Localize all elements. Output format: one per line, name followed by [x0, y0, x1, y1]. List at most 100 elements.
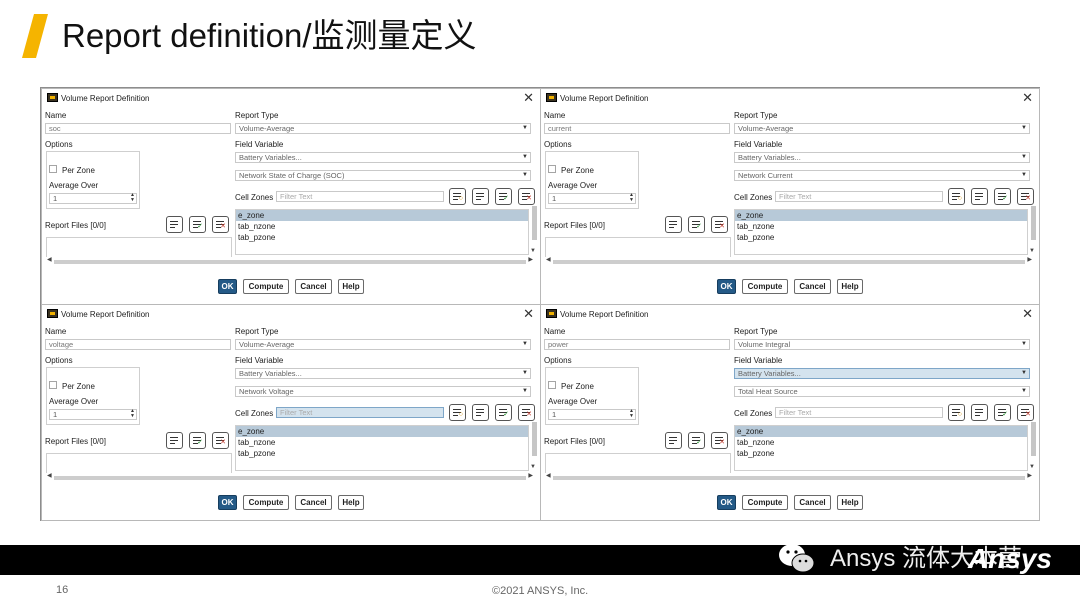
report-type-select[interactable]: Volume Integral ▼ [734, 339, 1030, 350]
scrollbar-thumb[interactable] [532, 422, 537, 456]
field-variable-select[interactable]: Network Voltage ▼ [235, 386, 531, 397]
list-check-icon[interactable]: ✓ [688, 216, 705, 233]
zone-list-item[interactable]: tab_nzone [236, 221, 528, 232]
per-zone-checkbox[interactable] [548, 165, 556, 173]
zone-list-item[interactable]: tab_nzone [735, 221, 1027, 232]
compute-button[interactable]: Compute [243, 495, 289, 510]
spinner-arrows-icon[interactable]: ▲ ▼ [629, 409, 634, 419]
scroll-left-icon[interactable]: ◀ [47, 256, 52, 263]
filter-text-input[interactable]: Filter Text [775, 191, 943, 202]
ok-button[interactable]: OK [717, 279, 736, 294]
close-icon[interactable]: ✕ [1022, 306, 1033, 322]
filter-text-input[interactable]: Filter Text [276, 407, 444, 418]
scrollbar-thumb[interactable] [1031, 206, 1036, 240]
scroll-down-icon[interactable]: ▼ [1029, 248, 1035, 254]
scrollbar-thumb[interactable] [1031, 422, 1036, 456]
help-button[interactable]: Help [837, 279, 863, 294]
close-icon[interactable]: ✕ [1022, 90, 1033, 106]
zones-select-all-icon[interactable]: ○ [948, 404, 965, 421]
vertical-scrollbar[interactable]: ▼ [530, 422, 537, 470]
cancel-button[interactable]: Cancel [295, 279, 332, 294]
zones-check-icon[interactable]: ✓ [495, 188, 512, 205]
field-variable-select[interactable]: Network State of Charge (SOC) ▼ [235, 170, 531, 181]
scrollbar-track[interactable] [553, 476, 1025, 480]
name-input[interactable]: power [544, 339, 730, 350]
horizontal-scrollbar[interactable]: ◀ ▶ [45, 257, 535, 266]
vertical-scrollbar[interactable]: ▼ [1029, 206, 1036, 254]
average-over-spinner[interactable]: 1 ▲ ▼ [548, 409, 636, 420]
scroll-right-icon[interactable]: ▶ [528, 256, 533, 263]
field-category-select[interactable]: Battery Variables... ▼ [734, 152, 1030, 163]
zones-clear-icon[interactable]: ✕ [1017, 404, 1034, 421]
zone-list-item[interactable]: e_zone [735, 426, 1027, 437]
scrollbar-track[interactable] [54, 260, 526, 264]
report-type-select[interactable]: Volume-Average ▼ [235, 123, 531, 134]
report-files-list[interactable] [46, 237, 232, 259]
average-over-spinner[interactable]: 1 ▲ ▼ [49, 409, 137, 420]
list-clear-icon[interactable]: ✕ [212, 432, 229, 449]
scrollbar-thumb[interactable] [532, 206, 537, 240]
report-type-select[interactable]: Volume-Average ▼ [235, 339, 531, 350]
per-zone-checkbox[interactable] [548, 381, 556, 389]
scroll-right-icon[interactable]: ▶ [1027, 472, 1032, 479]
compute-button[interactable]: Compute [243, 279, 289, 294]
zones-check-icon[interactable]: ✓ [994, 188, 1011, 205]
zone-list-item[interactable]: tab_pzone [236, 232, 528, 243]
filter-text-input[interactable]: Filter Text [775, 407, 943, 418]
name-input[interactable]: voltage [45, 339, 231, 350]
report-files-list[interactable] [545, 453, 731, 475]
zones-clear-icon[interactable]: ✕ [1017, 188, 1034, 205]
list-check-icon[interactable]: ✓ [189, 216, 206, 233]
list-clear-icon[interactable]: ✕ [212, 216, 229, 233]
help-button[interactable]: Help [338, 495, 364, 510]
scroll-right-icon[interactable]: ▶ [528, 472, 533, 479]
ok-button[interactable]: OK [218, 279, 237, 294]
zones-check-icon[interactable]: ✓ [994, 404, 1011, 421]
vertical-scrollbar[interactable]: ▼ [530, 206, 537, 254]
scroll-left-icon[interactable]: ◀ [47, 472, 52, 479]
spinner-arrows-icon[interactable]: ▲ ▼ [130, 193, 135, 203]
zone-list-item[interactable]: tab_pzone [236, 448, 528, 459]
compute-button[interactable]: Compute [742, 495, 788, 510]
zones-select-all-icon[interactable]: ○ [449, 404, 466, 421]
vertical-scrollbar[interactable]: ▼ [1029, 422, 1036, 470]
zone-list-item[interactable]: tab_nzone [236, 437, 528, 448]
list-select-all-icon[interactable] [166, 432, 183, 449]
close-icon[interactable]: ✕ [523, 90, 534, 106]
scroll-down-icon[interactable]: ▼ [530, 464, 536, 470]
help-button[interactable]: Help [338, 279, 364, 294]
cancel-button[interactable]: Cancel [295, 495, 332, 510]
ok-button[interactable]: OK [218, 495, 237, 510]
name-input[interactable]: current [544, 123, 730, 134]
zones-list-icon[interactable] [472, 404, 489, 421]
zone-list-item[interactable]: tab_pzone [735, 232, 1027, 243]
horizontal-scrollbar[interactable]: ◀ ▶ [45, 473, 535, 482]
zones-clear-icon[interactable]: ✕ [518, 188, 535, 205]
name-input[interactable]: soc [45, 123, 231, 134]
scroll-left-icon[interactable]: ◀ [546, 256, 551, 263]
report-files-list[interactable] [46, 453, 232, 475]
scroll-right-icon[interactable]: ▶ [1027, 256, 1032, 263]
ok-button[interactable]: OK [717, 495, 736, 510]
scrollbar-track[interactable] [553, 260, 1025, 264]
zones-check-icon[interactable]: ✓ [495, 404, 512, 421]
zones-clear-icon[interactable]: ✕ [518, 404, 535, 421]
spinner-arrows-icon[interactable]: ▲ ▼ [130, 409, 135, 419]
cancel-button[interactable]: Cancel [794, 495, 831, 510]
compute-button[interactable]: Compute [742, 279, 788, 294]
filter-text-input[interactable]: Filter Text [276, 191, 444, 202]
per-zone-checkbox[interactable] [49, 381, 57, 389]
average-over-spinner[interactable]: 1 ▲ ▼ [49, 193, 137, 204]
zones-list-icon[interactable] [971, 188, 988, 205]
close-icon[interactable]: ✕ [523, 306, 534, 322]
scrollbar-track[interactable] [54, 476, 526, 480]
list-select-all-icon[interactable] [166, 216, 183, 233]
zone-list-item[interactable]: tab_nzone [735, 437, 1027, 448]
field-category-select[interactable]: Battery Variables... ▼ [734, 368, 1030, 379]
scroll-down-icon[interactable]: ▼ [1029, 464, 1035, 470]
field-variable-select[interactable]: Network Current ▼ [734, 170, 1030, 181]
list-clear-icon[interactable]: ✕ [711, 216, 728, 233]
zone-list-item[interactable]: e_zone [735, 210, 1027, 221]
scroll-left-icon[interactable]: ◀ [546, 472, 551, 479]
horizontal-scrollbar[interactable]: ◀ ▶ [544, 257, 1034, 266]
